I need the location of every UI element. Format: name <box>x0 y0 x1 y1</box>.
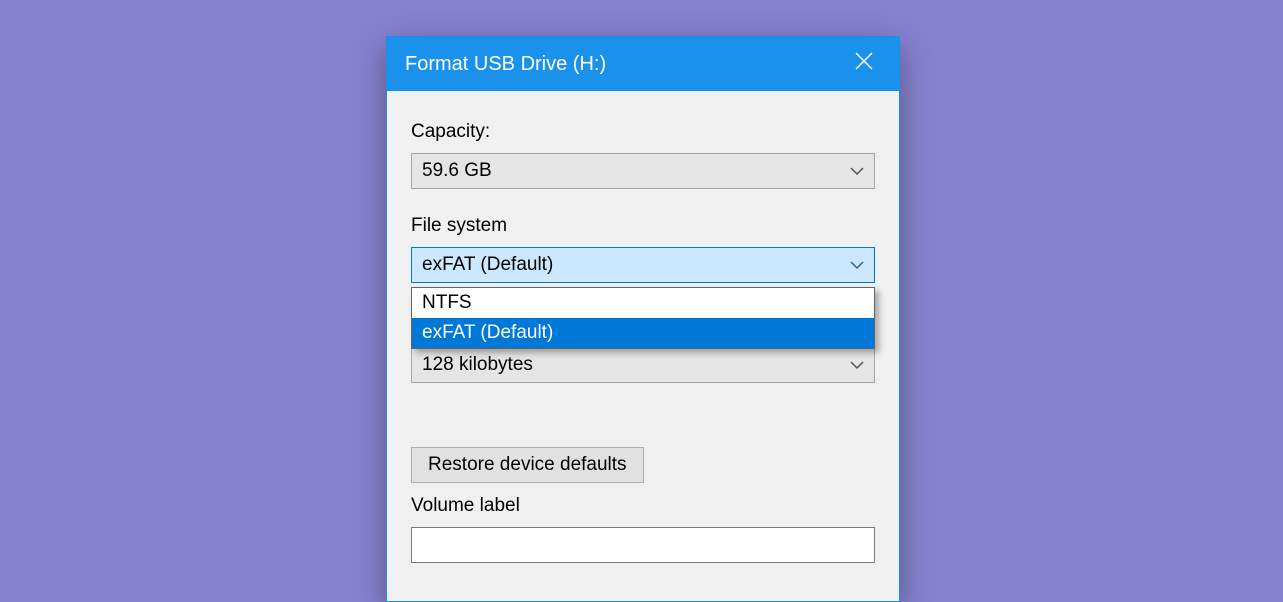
capacity-combo[interactable]: 59.6 GB <box>411 153 875 189</box>
filesystem-label: File system <box>411 215 875 237</box>
chevron-down-icon <box>850 258 864 272</box>
capacity-section: Capacity: 59.6 GB <box>411 121 875 189</box>
window-title: Format USB Drive (H:) <box>405 53 829 76</box>
volume-label-text: Volume label <box>411 495 875 517</box>
restore-defaults-button[interactable]: Restore device defaults <box>411 447 644 483</box>
filesystem-value: exFAT (Default) <box>422 254 850 276</box>
close-button[interactable] <box>829 37 899 91</box>
filesystem-dropdown[interactable]: NTFS exFAT (Default) <box>411 287 875 349</box>
filesystem-option-exfat[interactable]: exFAT (Default) <box>412 318 874 348</box>
capacity-label: Capacity: <box>411 121 875 143</box>
allocation-value: 128 kilobytes <box>422 354 850 376</box>
capacity-value: 59.6 GB <box>422 160 850 182</box>
restore-area: Restore device defaults <box>411 403 875 483</box>
chevron-down-icon <box>850 358 864 372</box>
filesystem-option-ntfs[interactable]: NTFS <box>412 288 874 318</box>
volume-label-input[interactable] <box>411 527 875 563</box>
filesystem-combo[interactable]: exFAT (Default) <box>411 247 875 283</box>
allocation-combo[interactable]: 128 kilobytes <box>411 347 875 383</box>
close-icon <box>855 52 873 76</box>
dialog-body: Capacity: 59.6 GB File system exFAT (Def… <box>387 91 899 601</box>
volume-section: Volume label <box>411 495 875 563</box>
titlebar: Format USB Drive (H:) <box>387 37 899 91</box>
format-dialog: Format USB Drive (H:) Capacity: 59.6 GB … <box>386 36 900 602</box>
chevron-down-icon <box>850 164 864 178</box>
filesystem-section: File system exFAT (Default) <box>411 215 875 283</box>
